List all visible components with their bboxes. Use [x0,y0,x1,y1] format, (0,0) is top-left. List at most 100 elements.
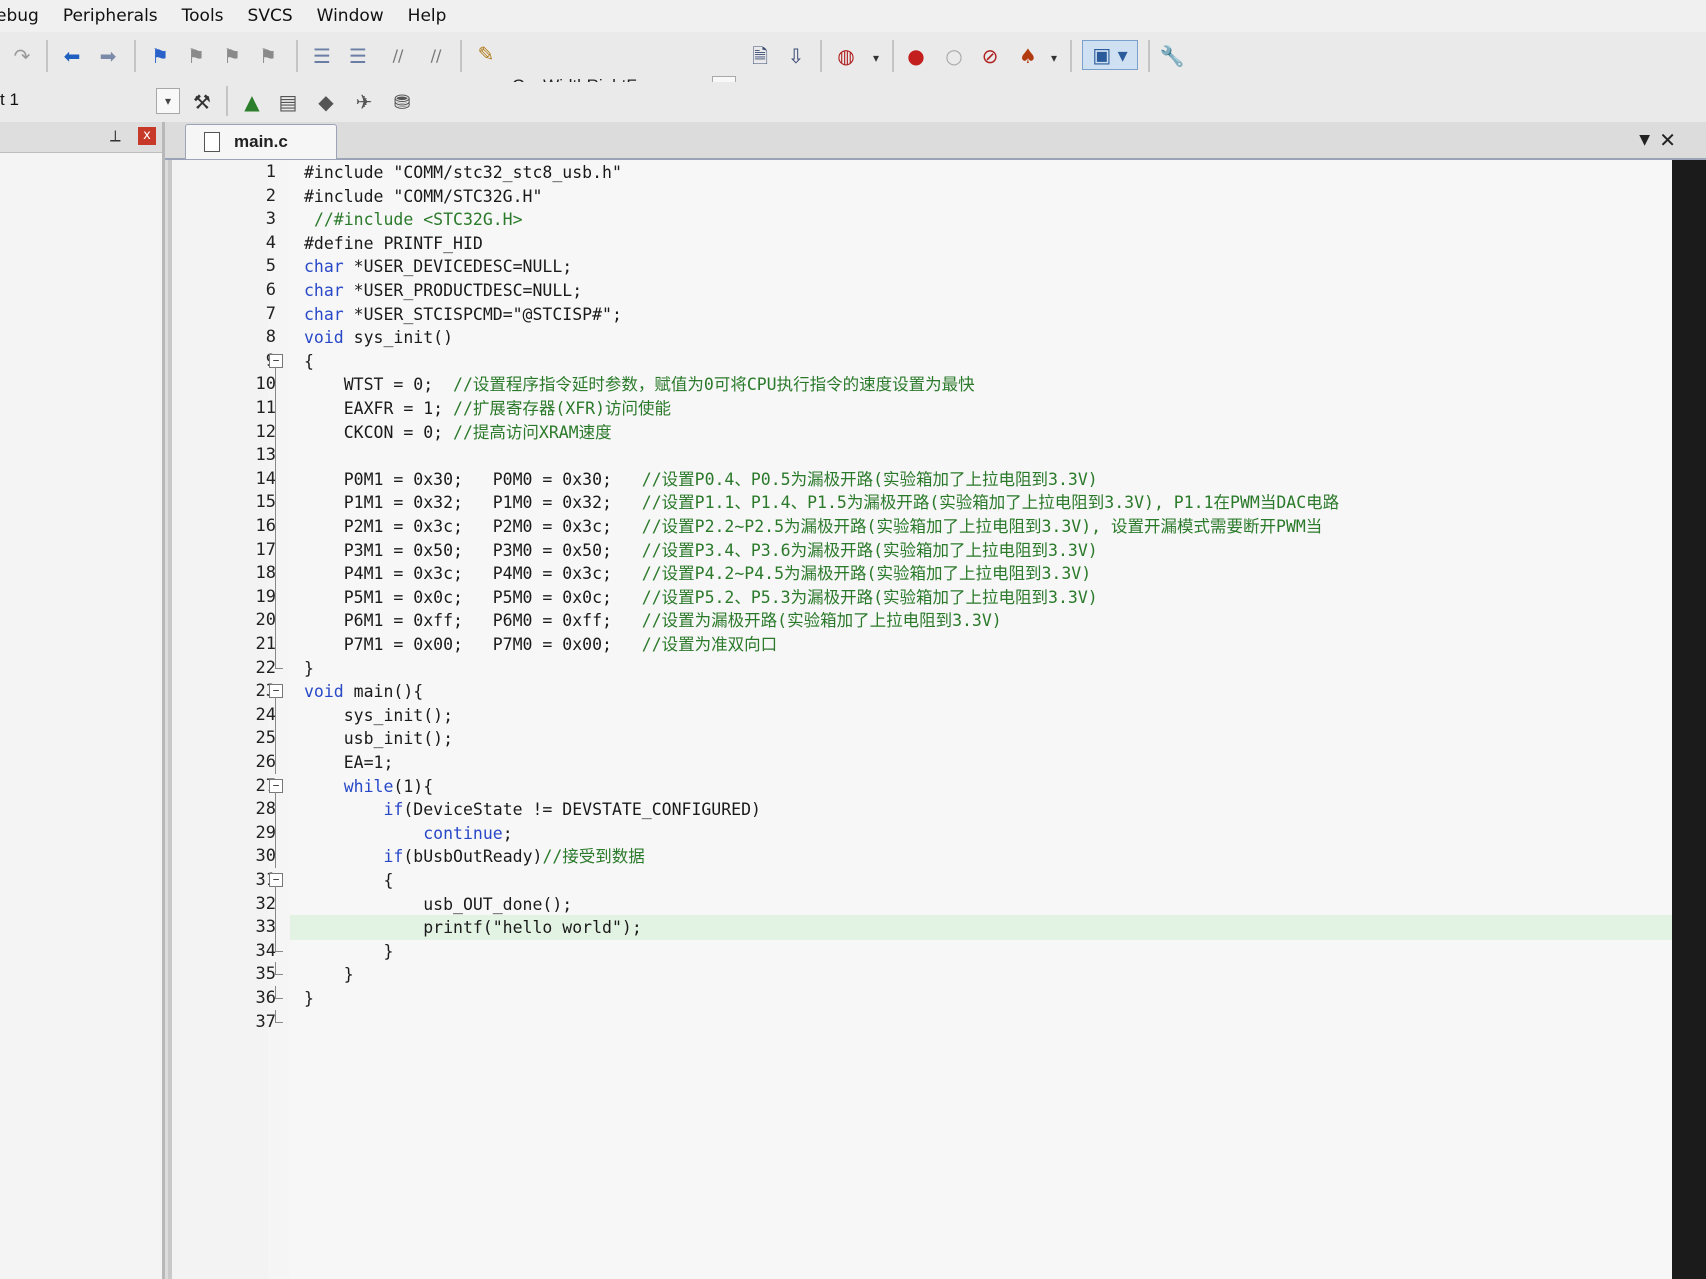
next-bookmark-icon[interactable]: ⚑ [218,42,246,70]
fold-guide [275,820,276,845]
code-line[interactable]: 2 #include "COMM/STC32G.H" [266,184,1676,209]
line-number: 20 [255,610,276,631]
disable-breakpoint-icon[interactable]: ○ [940,42,968,70]
fold-guide [275,584,276,609]
forward-icon[interactable]: ➡ [94,42,122,70]
kill-all-breakpoints-icon[interactable]: ♠ [1014,42,1042,70]
code-line[interactable]: 25 usb_init(); [256,726,1676,751]
fold-toggle-icon[interactable]: − [269,353,283,368]
menu-tools[interactable]: Tools [182,6,224,26]
comment-icon[interactable]: // [384,42,412,70]
chevron-down-icon[interactable]: ▾ [156,88,180,114]
code-text: void main(){ [304,682,424,702]
pack-installer-icon[interactable]: ◆ [312,88,340,116]
code-line[interactable]: 24 sys_init(); [256,702,1676,728]
window-layout-icon[interactable]: ▣ ▾ [1082,40,1138,70]
redo-icon[interactable]: ↷ [8,42,36,70]
kill-breakpoints-icon[interactable]: ⊘ [976,42,1004,70]
code-line[interactable]: 29 continue; [256,820,1676,846]
menu-debug[interactable]: ebug [0,6,39,26]
line-number: 23 [255,681,276,702]
code-line[interactable]: 35 } [256,962,1676,987]
debug-session-icon[interactable]: ◍ [832,42,860,70]
menu-svcs[interactable]: SVCS [248,6,293,26]
code-line[interactable]: 18 P4M1 = 0x3c; P4M0 = 0x3c; //设置P4.2~P4… [256,561,1676,586]
tab-main-c[interactable]: main.c [185,124,337,159]
event-recorder-icon[interactable]: ✈ [350,88,378,116]
menu-peripherals[interactable]: Peripherals [63,6,158,26]
code-line[interactable]: 21 P7M1 = 0x00; P7M0 = 0x00; //设置为准双向口 [256,632,1676,657]
code-line[interactable]: 9{− [266,349,1676,378]
load-icon[interactable]: 🗎 [746,42,774,70]
line-number: 19 [255,586,276,607]
pin-icon[interactable]: ⟂ [110,126,121,146]
code-text: printf("hello world"); [304,918,642,938]
code-line[interactable]: 4 #define PRINTF_HID [266,231,1676,256]
code-line[interactable]: 33 printf("hello world"); [256,915,1676,941]
prev-bookmark-icon[interactable]: ⚑ [182,42,210,70]
clear-bookmarks-icon[interactable]: ⚑ [254,42,282,70]
code-line[interactable]: 17 P3M1 = 0x50; P3M0 = 0x50; //设置P3.4、P3… [256,537,1676,563]
code-line[interactable]: 19 P5M1 = 0x0c; P5M0 = 0x0c; //设置P5.2、P5… [256,584,1676,610]
chevron-down-icon[interactable]: ▾ [862,44,890,72]
download-icon[interactable]: ⇩ [782,42,810,70]
code-line[interactable]: 7 char *USER_STCISPCMD="@STCISP#"; [266,302,1676,327]
code-line[interactable]: 11 EAXFR = 1; //扩展寄存器(XFR)访问使能 [256,396,1676,421]
code-line[interactable]: 31 {− [256,868,1676,897]
code-area[interactable]: 1 #include "COMM/stc32_stc8_usb.h" 2 #inclu… [256,160,1676,1279]
code-line[interactable]: 27 while(1){− [256,774,1676,803]
validate-runtime-icon[interactable]: ⛃ [388,88,416,116]
code-line[interactable]: 16 P2M1 = 0x3c; P2M0 = 0x3c; //设置P2.2~P2… [256,514,1676,539]
tab-list-icon[interactable]: ▼ [1639,132,1650,148]
code-line[interactable]: 34 } [256,938,1676,964]
code-line[interactable]: 15 P1M1 = 0x32; P1M0 = 0x32; //设置P1.1、P1… [256,490,1676,515]
code-line[interactable]: 22} [256,655,1676,681]
code-line[interactable]: 1 #include "COMM/stc32_stc8_usb.h" [266,160,1676,185]
magic-wand-icon[interactable]: ⚒ [188,88,216,116]
menu-window[interactable]: Window [317,6,384,26]
code-line[interactable]: 36} [256,986,1676,1011]
uncomment-icon[interactable]: // [422,42,450,70]
code-text: usb_init(); [304,729,454,749]
select-packs-icon[interactable]: ▤ [274,88,302,116]
code-line[interactable]: 3 //#include <STC32G.H> [266,207,1676,232]
code-line[interactable]: 20 P6M1 = 0xff; P6M0 = 0xff; //设置为漏极开路(实… [256,608,1676,633]
line-number: 8 [265,327,276,348]
menu-help[interactable]: Help [408,6,447,26]
unindent-icon[interactable]: ☰ [344,42,372,70]
code-line[interactable]: 37 [256,1009,1676,1035]
code-line[interactable]: 6 char *USER_PRODUCTDESC=NULL; [266,278,1676,303]
back-icon[interactable]: ⬅ [58,42,86,70]
code-editor[interactable]: 1 #include "COMM/stc32_stc8_usb.h" 2 #inclu… [168,160,1676,1279]
close-icon[interactable]: ✕ [1659,128,1676,152]
bookmark-icon[interactable]: ⚑ [146,42,174,70]
code-line[interactable]: 26 EA=1; [256,750,1676,775]
code-line[interactable]: 30 if(bUsbOutReady)//接受到数据 [256,844,1676,869]
manage-components-icon[interactable]: ▲ [238,88,266,116]
close-icon[interactable]: x [138,127,156,145]
code-line[interactable]: 12 CKCON = 0; //提高访问XRAM速度 [256,419,1676,445]
code-line[interactable]: 8 void sys_init() [266,325,1676,350]
code-line[interactable]: 32 usb_OUT_done(); [256,891,1676,917]
code-line[interactable]: 23 void main(){ − [256,679,1676,708]
line-number: 33 [255,917,276,938]
code-line[interactable]: 14 P0M1 = 0x30; P0M0 = 0x30; //设置P0.4、P0… [256,466,1676,492]
fold-toggle-icon[interactable]: − [269,873,283,887]
code-text: } [304,989,314,1008]
code-line[interactable]: 13 [256,443,1676,468]
project-target-select[interactable]: t 1 [0,90,178,116]
line-number: 11 [255,398,276,418]
code-line[interactable]: 28 if(DeviceState != DEVSTATE_CONFIGURED… [256,797,1676,822]
fold-toggle-icon[interactable]: − [269,684,283,699]
configure-icon[interactable]: 🔧 [1158,42,1186,70]
find-in-files-icon[interactable]: ✎ [472,40,500,68]
code-line[interactable]: 10 WTST = 0; //设置程序指令延时参数，赋值为0可将CPU执行指令的… [256,372,1676,397]
file-icon [204,132,220,152]
indent-icon[interactable]: ☰ [308,42,336,70]
breakpoint-icon[interactable]: ● [902,42,930,70]
fold-toggle-icon[interactable]: − [269,778,283,793]
code-line[interactable]: 5 char *USER_DEVICEDESC=NULL; [266,254,1676,279]
code-text: #include "COMM/stc32_stc8_usb.h" [304,163,622,182]
line-number: 5 [265,256,276,277]
chevron-down-icon[interactable]: ▾ [1040,44,1068,72]
